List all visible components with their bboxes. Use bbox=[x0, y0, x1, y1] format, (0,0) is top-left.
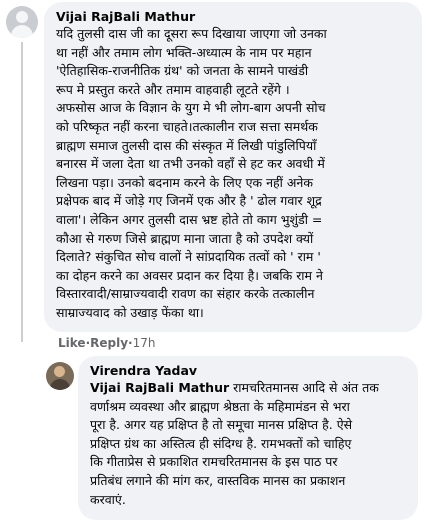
like-button[interactable]: Like bbox=[58, 336, 86, 350]
reply-text: Vijai RajBali Mathur रामचरितमानस आदि से … bbox=[90, 379, 406, 509]
avatar-vijai[interactable] bbox=[6, 6, 38, 38]
reply-author[interactable]: Virendra Yadav bbox=[90, 362, 406, 379]
comment-timestamp[interactable]: 17h bbox=[133, 336, 156, 350]
avatar-virendra[interactable] bbox=[46, 362, 74, 390]
comment-text: यदि तुलसी दास जी का दूसरा रूप दिखाया जाए… bbox=[56, 26, 327, 320]
avatar-body-shape bbox=[11, 25, 33, 38]
reply-thread-line bbox=[21, 42, 23, 342]
comment-actions: Like · Reply · 17h bbox=[58, 336, 155, 350]
avatar-body-shape bbox=[50, 379, 70, 390]
mention-link[interactable]: Vijai RajBali Mathur bbox=[90, 380, 229, 395]
comment-bubble: Vijai RajBali Mathur यदि तुलसी दास जी का… bbox=[44, 2, 422, 332]
comment-author[interactable]: Vijai RajBali Mathur bbox=[56, 8, 410, 25]
avatar-head-shape bbox=[16, 11, 28, 23]
reply-bubble: Virendra Yadav Vijai RajBali Mathur रामच… bbox=[78, 356, 418, 520]
avatar-head-shape bbox=[54, 366, 65, 377]
reply-button[interactable]: Reply bbox=[90, 336, 128, 350]
reply-body: रामचरितमानस आदि से अंत तक वर्णाश्रम व्यव… bbox=[90, 380, 379, 507]
